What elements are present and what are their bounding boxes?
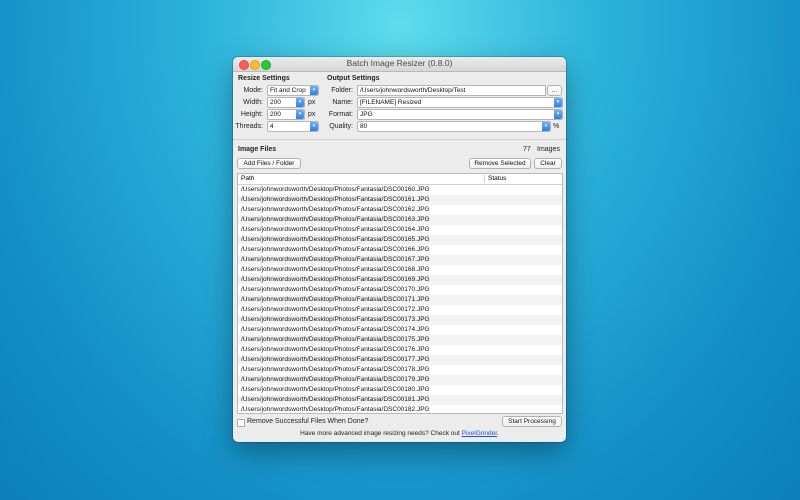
chevron-updown-icon: ▾ xyxy=(296,98,304,107)
chevron-updown-icon: ▾ xyxy=(296,110,304,119)
table-row[interactable]: /Users/johnwordsworth/Desktop/Photos/Fan… xyxy=(238,305,562,315)
width-stepper[interactable]: 200 ▾ xyxy=(267,97,305,108)
height-value: 200 xyxy=(270,111,281,118)
format-value: JPG xyxy=(360,111,373,118)
table-row[interactable]: /Users/johnwordsworth/Desktop/Photos/Fan… xyxy=(238,265,562,275)
table-header: Path Status xyxy=(238,174,562,185)
table-row[interactable]: /Users/johnwordsworth/Desktop/Photos/Fan… xyxy=(238,365,562,375)
mode-label: Mode: xyxy=(243,87,263,94)
image-files-heading: Image Files xyxy=(238,146,277,153)
footer-note-text: Have more advanced image resizing needs?… xyxy=(300,430,462,437)
height-stepper[interactable]: 200 ▾ xyxy=(267,109,305,120)
column-divider xyxy=(484,175,485,183)
format-label: Format: xyxy=(328,111,353,118)
width-label: Width: xyxy=(243,99,263,106)
threads-value: 4 xyxy=(270,123,274,130)
column-header-status[interactable]: Status xyxy=(488,174,506,184)
quality-combo[interactable]: 80 ▾ xyxy=(357,121,551,132)
threads-label: Threads: xyxy=(235,123,263,130)
table-row[interactable]: /Users/johnwordsworth/Desktop/Photos/Fan… xyxy=(238,185,562,195)
window-title: Batch Image Resizer (0.8.0) xyxy=(346,58,453,68)
table-row[interactable]: /Users/johnwordsworth/Desktop/Photos/Fan… xyxy=(238,375,562,385)
table-row[interactable]: /Users/johnwordsworth/Desktop/Photos/Fan… xyxy=(238,395,562,405)
folder-label: Folder: xyxy=(331,87,353,94)
name-label: Name: xyxy=(332,99,353,106)
settings-divider xyxy=(233,139,566,140)
resize-settings-heading: Resize Settings xyxy=(238,75,290,82)
column-header-path[interactable]: Path xyxy=(241,174,254,184)
browse-folder-button[interactable]: ... xyxy=(547,85,562,96)
app-window: Batch Image Resizer (0.8.0) Resize Setti… xyxy=(233,57,566,442)
remove-successful-label: Remove Successful Files When Done? xyxy=(247,418,369,425)
remove-successful-checkbox[interactable] xyxy=(237,419,245,427)
image-files-table[interactable]: Path Status /Users/johnwordsworth/Deskto… xyxy=(237,173,563,414)
chevron-down-icon[interactable]: ▾ xyxy=(554,98,562,107)
quality-unit: % xyxy=(553,123,560,130)
table-row[interactable]: /Users/johnwordsworth/Desktop/Photos/Fan… xyxy=(238,205,562,215)
quality-label: Quality: xyxy=(329,123,353,130)
folder-field[interactable]: /Users/johnwordsworth/Desktop/Test xyxy=(357,85,546,96)
mode-select[interactable]: Fit and Crop ▾ xyxy=(267,85,319,96)
table-row[interactable]: /Users/johnwordsworth/Desktop/Photos/Fan… xyxy=(238,225,562,235)
table-row[interactable]: /Users/johnwordsworth/Desktop/Photos/Fan… xyxy=(238,405,562,413)
image-count: 77 xyxy=(523,146,531,153)
title-bar[interactable]: Batch Image Resizer (0.8.0) xyxy=(233,57,566,72)
footer-note: Have more advanced image resizing needs?… xyxy=(233,430,566,437)
add-files-folder-button[interactable]: Add Files / Folder xyxy=(237,158,301,169)
table-row[interactable]: /Users/johnwordsworth/Desktop/Photos/Fan… xyxy=(238,255,562,265)
table-row[interactable]: /Users/johnwordsworth/Desktop/Photos/Fan… xyxy=(238,335,562,345)
table-row[interactable]: /Users/johnwordsworth/Desktop/Photos/Fan… xyxy=(238,325,562,335)
name-combo[interactable]: [FILENAME] Resized ▾ xyxy=(357,97,563,108)
remove-selected-button[interactable]: Remove Selected xyxy=(469,158,531,169)
chevron-down-icon[interactable]: ▾ xyxy=(542,122,550,131)
table-row[interactable]: /Users/johnwordsworth/Desktop/Photos/Fan… xyxy=(238,195,562,205)
width-value: 200 xyxy=(270,99,281,106)
table-row[interactable]: /Users/johnwordsworth/Desktop/Photos/Fan… xyxy=(238,275,562,285)
table-row[interactable]: /Users/johnwordsworth/Desktop/Photos/Fan… xyxy=(238,285,562,295)
output-settings-heading: Output Settings xyxy=(327,75,380,82)
clear-button[interactable]: Clear xyxy=(534,158,562,169)
image-count-unit: Images xyxy=(537,146,560,153)
chevron-down-icon: ▾ xyxy=(554,110,562,119)
quality-value: 80 xyxy=(360,123,368,130)
width-unit: px xyxy=(308,99,316,106)
table-row[interactable]: /Users/johnwordsworth/Desktop/Photos/Fan… xyxy=(238,355,562,365)
table-row[interactable]: /Users/johnwordsworth/Desktop/Photos/Fan… xyxy=(238,245,562,255)
table-row[interactable]: /Users/johnwordsworth/Desktop/Photos/Fan… xyxy=(238,295,562,305)
start-processing-button[interactable]: Start Processing xyxy=(502,416,562,427)
height-unit: px xyxy=(308,111,316,118)
threads-select[interactable]: 4 ▾ xyxy=(267,121,319,132)
table-row[interactable]: /Users/johnwordsworth/Desktop/Photos/Fan… xyxy=(238,215,562,225)
height-label: Height: xyxy=(240,111,263,118)
format-select[interactable]: JPG ▾ xyxy=(357,109,563,120)
chevron-updown-icon: ▾ xyxy=(310,86,318,95)
footer-note-end: . xyxy=(497,430,499,437)
table-row[interactable]: /Users/johnwordsworth/Desktop/Photos/Fan… xyxy=(238,385,562,395)
pixelgrinder-link[interactable]: PixelGrinder xyxy=(462,430,497,437)
table-row[interactable]: /Users/johnwordsworth/Desktop/Photos/Fan… xyxy=(238,315,562,325)
table-body: /Users/johnwordsworth/Desktop/Photos/Fan… xyxy=(238,185,562,413)
table-row[interactable]: /Users/johnwordsworth/Desktop/Photos/Fan… xyxy=(238,235,562,245)
mode-value: Fit and Crop xyxy=(270,87,306,94)
name-value: [FILENAME] Resized xyxy=(360,99,422,106)
table-row[interactable]: /Users/johnwordsworth/Desktop/Photos/Fan… xyxy=(238,345,562,355)
chevron-updown-icon: ▾ xyxy=(310,122,318,131)
